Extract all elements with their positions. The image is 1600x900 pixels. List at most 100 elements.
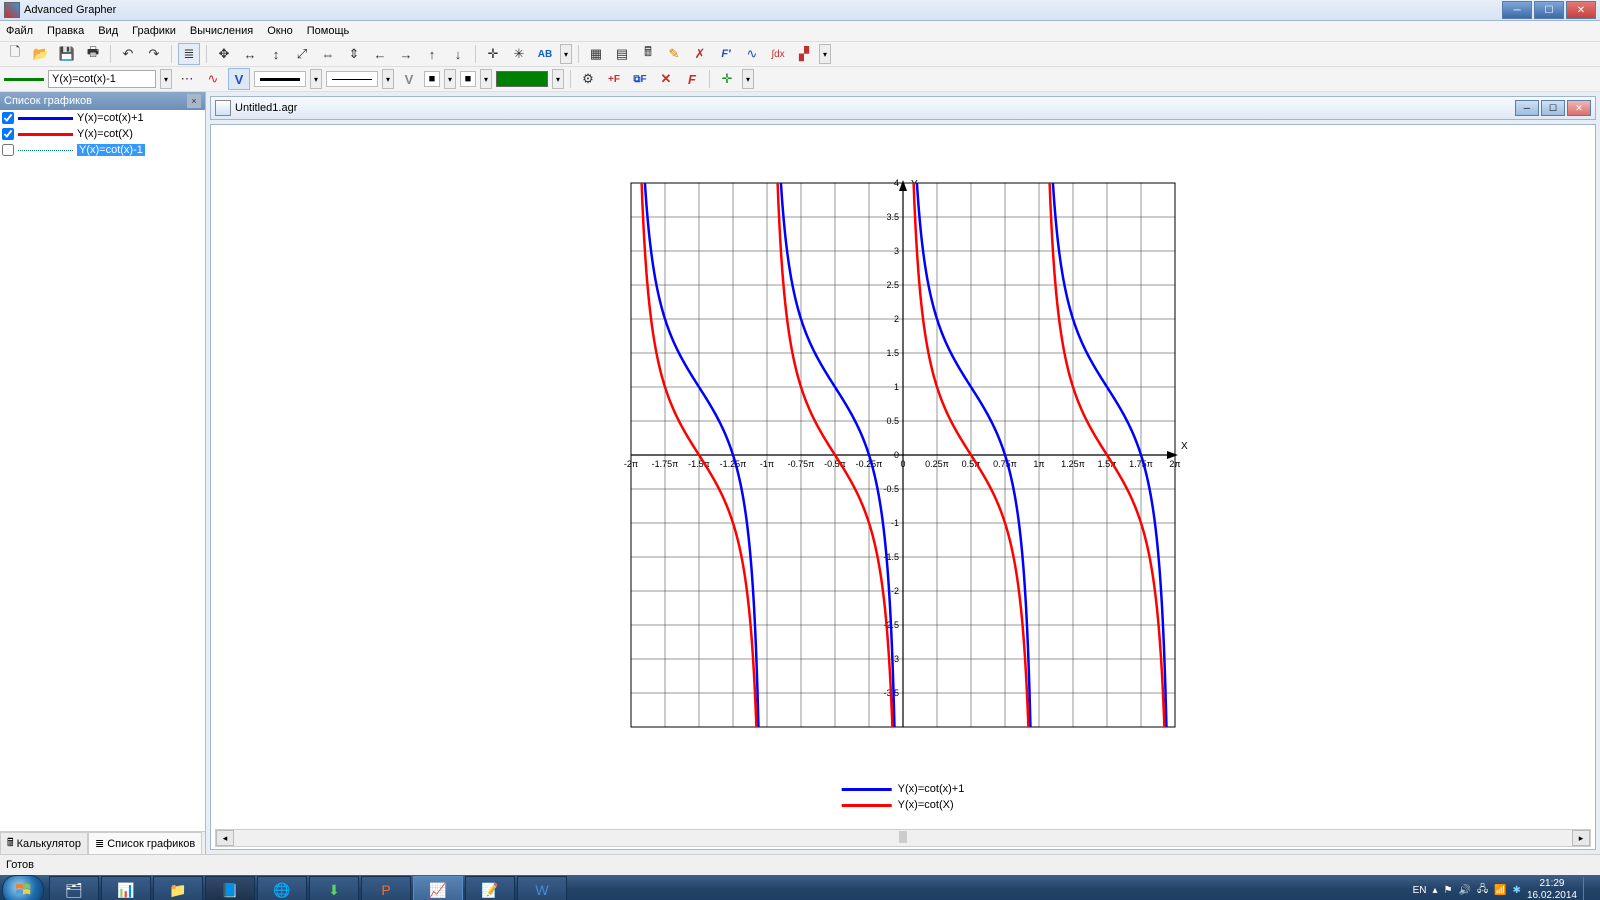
add-function-button[interactable]: +F bbox=[603, 68, 625, 90]
tray-flag-icon[interactable]: ⚑ bbox=[1444, 885, 1453, 896]
func-visible-checkbox[interactable] bbox=[2, 144, 14, 156]
func-label[interactable]: Y(x)=cot(x)-1 bbox=[77, 144, 145, 156]
tray-lang[interactable]: EN bbox=[1413, 885, 1427, 896]
function-plot-button[interactable]: ∿ bbox=[741, 43, 763, 65]
table-button[interactable]: ▤ bbox=[611, 43, 633, 65]
open-file-button[interactable]: 📂 bbox=[30, 43, 52, 65]
menu-view[interactable]: Вид bbox=[98, 25, 118, 37]
snowflake-button[interactable]: ✳ bbox=[508, 43, 530, 65]
window-minimize-button[interactable]: ─ bbox=[1502, 1, 1532, 19]
point-shape-2-dd[interactable]: ▾ bbox=[480, 69, 492, 89]
zoom-both-button[interactable]: ⤢ bbox=[291, 43, 313, 65]
arrow-down-button[interactable]: ↓ bbox=[447, 43, 469, 65]
color-dropdown[interactable]: ▾ bbox=[552, 69, 564, 89]
scroll-right-button[interactable]: ▸ bbox=[1572, 830, 1590, 846]
plot-canvas[interactable]: -2π-1.75π-1.5π-1.25π-1π-0.75π-0.5π-0.25π… bbox=[210, 124, 1596, 850]
arrow-right-button[interactable]: → bbox=[395, 43, 417, 65]
menu-calc[interactable]: Вычисления bbox=[190, 25, 253, 37]
analysis-dropdown[interactable]: ▾ bbox=[819, 44, 831, 64]
taskbar-item-explorer[interactable]: 🗂 bbox=[49, 876, 99, 900]
point-shape-1-dd[interactable]: ▾ bbox=[444, 69, 456, 89]
fit-dropdown[interactable]: ▾ bbox=[742, 69, 754, 89]
menu-edit[interactable]: Правка bbox=[47, 25, 84, 37]
integral-button[interactable]: ∫dx bbox=[767, 43, 789, 65]
menu-file[interactable]: Файл bbox=[6, 25, 33, 37]
intersect-button[interactable]: ✗ bbox=[689, 43, 711, 65]
tray-action-icon[interactable]: ✱ bbox=[1513, 885, 1521, 896]
taskbar-item-notes[interactable]: 📝 bbox=[465, 876, 515, 900]
taskbar-item-editor[interactable]: 📘 bbox=[205, 876, 255, 900]
color-picker[interactable] bbox=[496, 71, 548, 87]
text-label-button[interactable]: AB bbox=[534, 43, 556, 65]
line-width-picker[interactable] bbox=[254, 71, 306, 87]
document-maximize-button[interactable]: ☐ bbox=[1541, 100, 1565, 116]
func-visible-checkbox[interactable] bbox=[2, 128, 14, 140]
tab-function-list[interactable]: ≣ Список графиков bbox=[88, 832, 202, 854]
dup-function-button[interactable]: ⧉F bbox=[629, 68, 651, 90]
taskbar-item-word[interactable]: W bbox=[517, 876, 567, 900]
formula-action-button[interactable]: ⋯ bbox=[176, 68, 198, 90]
pan-button[interactable]: ✥ bbox=[213, 43, 235, 65]
document-close-button[interactable]: ✕ bbox=[1567, 100, 1591, 116]
line-style-dropdown[interactable]: ▾ bbox=[382, 69, 394, 89]
func-label[interactable]: Y(x)=cot(X) bbox=[77, 128, 133, 140]
function-list[interactable]: Y(x)=cot(x)+1 Y(x)=cot(X) Y(x)=cot(x)-1 bbox=[0, 110, 205, 831]
redo-button[interactable]: ↷ bbox=[143, 43, 165, 65]
line-width-dropdown[interactable]: ▾ bbox=[310, 69, 322, 89]
taskbar-item-downloads[interactable]: ⬇ bbox=[309, 876, 359, 900]
zoom-y-button[interactable]: ⇕ bbox=[343, 43, 365, 65]
func-label[interactable]: Y(x)=cot(x)+1 bbox=[77, 112, 144, 124]
calculator-button[interactable]: 🖩 bbox=[637, 43, 659, 65]
menu-help[interactable]: Помощь bbox=[307, 25, 350, 37]
label-dropdown[interactable]: ▾ bbox=[560, 44, 572, 64]
print-button[interactable]: 🖶 bbox=[82, 43, 104, 65]
scroll-thumb[interactable] bbox=[899, 831, 907, 843]
func-visible-checkbox[interactable] bbox=[2, 112, 14, 124]
undo-button[interactable]: ↶ bbox=[117, 43, 139, 65]
trace-button[interactable]: ✎ bbox=[663, 43, 685, 65]
document-titlebar[interactable]: Untitled1.agr ─ ☐ ✕ bbox=[210, 96, 1596, 120]
show-curve-button[interactable]: V bbox=[228, 68, 250, 90]
regression-button[interactable]: ▞ bbox=[793, 43, 815, 65]
taskbar-item-files[interactable]: 📁 bbox=[153, 876, 203, 900]
formula-input[interactable]: Y(x)=cot(x)-1 bbox=[48, 70, 156, 88]
move-x-button[interactable]: ↔ bbox=[239, 43, 261, 65]
taskbar-item-grapher[interactable]: 📈 bbox=[413, 876, 463, 900]
style-wave-button[interactable]: ∿ bbox=[202, 68, 224, 90]
taskbar-item-app[interactable]: 📊 bbox=[101, 876, 151, 900]
derivative-button[interactable]: F′ bbox=[715, 43, 737, 65]
tray-network-icon[interactable]: 🖧 bbox=[1477, 882, 1488, 899]
tray-arrow-icon[interactable]: ▴ bbox=[1432, 885, 1437, 896]
save-file-button[interactable]: 💾 bbox=[56, 43, 78, 65]
line-style-picker[interactable] bbox=[326, 71, 378, 87]
scroll-left-button[interactable]: ◂ bbox=[216, 830, 234, 846]
menu-graphs[interactable]: Графики bbox=[132, 25, 176, 37]
edit-function-button[interactable]: F bbox=[681, 68, 703, 90]
start-button[interactable] bbox=[2, 875, 44, 900]
window-maximize-button[interactable]: ☐ bbox=[1534, 1, 1564, 19]
zoom-x-button[interactable]: ⇔ bbox=[317, 43, 339, 65]
window-close-button[interactable]: ✕ bbox=[1566, 1, 1596, 19]
list-toggle-button[interactable]: ≣ bbox=[178, 43, 200, 65]
tray-signal-icon[interactable]: 📶 bbox=[1494, 885, 1506, 896]
crosshair-button[interactable]: ✛ bbox=[482, 43, 504, 65]
props-button[interactable]: ⚙ bbox=[577, 68, 599, 90]
arrow-left-button[interactable]: ← bbox=[369, 43, 391, 65]
point-shape-1[interactable]: ■ bbox=[424, 71, 440, 87]
arrow-up-button[interactable]: ↑ bbox=[421, 43, 443, 65]
menu-window[interactable]: Окно bbox=[267, 25, 293, 37]
tray-volume-icon[interactable]: 🔊 bbox=[1458, 885, 1470, 896]
delete-function-button[interactable]: ✕ bbox=[655, 68, 677, 90]
taskbar-item-chrome[interactable]: 🌐 bbox=[257, 876, 307, 900]
grid-options-button[interactable]: ▦ bbox=[585, 43, 607, 65]
move-y-button[interactable]: ↕ bbox=[265, 43, 287, 65]
show-desktop-button[interactable] bbox=[1583, 877, 1592, 900]
taskbar-item-powerpoint[interactable]: P bbox=[361, 876, 411, 900]
tray-clock[interactable]: 21:29 16.02.2014 bbox=[1527, 878, 1577, 900]
tab-calculator[interactable]: 🖩 Калькулятор bbox=[0, 832, 88, 854]
sidebar-close-button[interactable]: × bbox=[187, 94, 201, 108]
formula-dropdown[interactable]: ▾ bbox=[160, 69, 172, 89]
fit-button[interactable]: ✛ bbox=[716, 68, 738, 90]
horizontal-scrollbar[interactable]: ◂ ▸ bbox=[215, 829, 1591, 847]
document-minimize-button[interactable]: ─ bbox=[1515, 100, 1539, 116]
